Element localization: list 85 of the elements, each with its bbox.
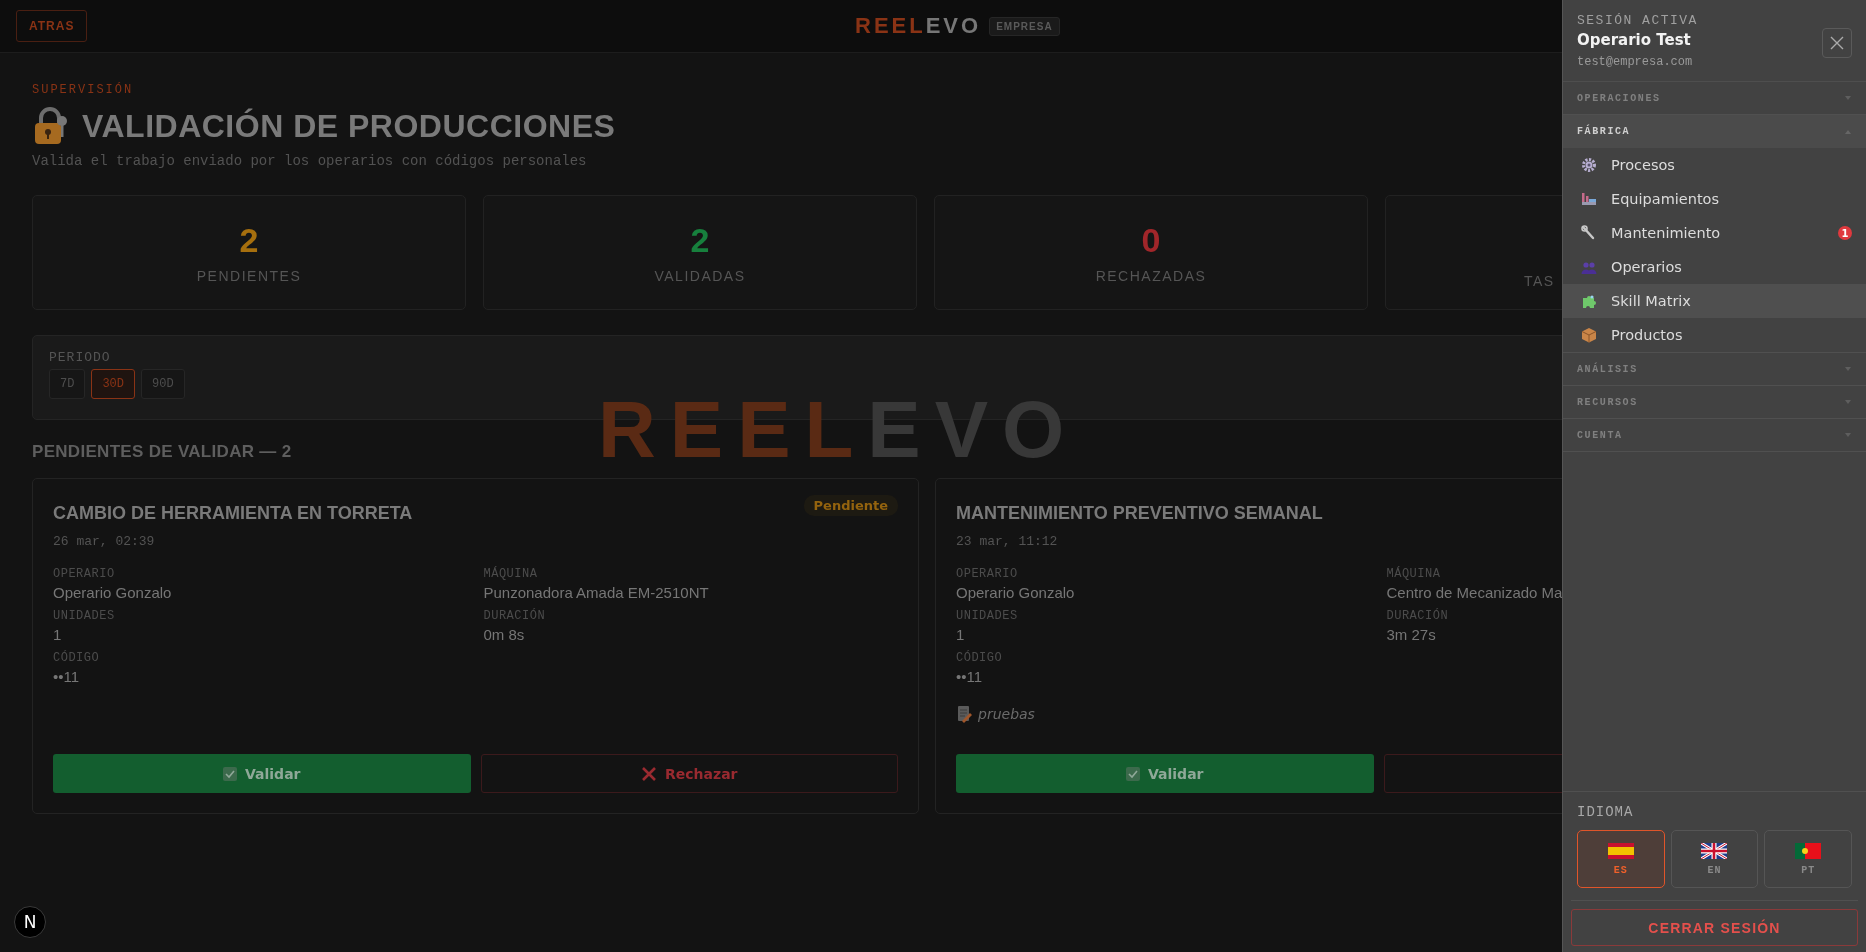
- stat-label: TAS: [1524, 272, 1555, 289]
- menu-item[interactable]: Skill Matrix: [1563, 284, 1866, 318]
- field-label: UNIDADES: [956, 609, 1019, 623]
- factory-icon: [1581, 191, 1597, 207]
- stat-value: 2: [690, 221, 710, 260]
- menu-section-header[interactable]: FÁBRICA: [1563, 115, 1866, 148]
- task-date: 26 mar, 02:39: [53, 534, 156, 549]
- logout-button[interactable]: CERRAR SESIÓN: [1571, 909, 1858, 946]
- close-icon: [641, 765, 657, 782]
- dev-tools-button[interactable]: N: [14, 906, 46, 938]
- field-value: 0m 8s: [483, 626, 526, 643]
- close-button[interactable]: [1822, 28, 1852, 58]
- page-subtitle: Valida el trabajo enviado por los operarios con códigos personales: [32, 153, 588, 169]
- stat-label: PENDIENTES: [196, 268, 302, 284]
- memo-icon: [956, 705, 972, 723]
- user-email: test@empresa.com: [1577, 55, 1694, 69]
- language-button[interactable]: ES: [1577, 830, 1665, 888]
- validate-button[interactable]: Validar: [956, 754, 1374, 793]
- field-value: ••11: [956, 668, 984, 685]
- menu-section-title: FÁBRICA: [1577, 126, 1631, 137]
- logo-text: REEL EVO: [855, 13, 982, 39]
- language-button[interactable]: PT: [1764, 830, 1852, 888]
- padlock-icon: [32, 107, 68, 145]
- field-value: 1: [53, 626, 63, 643]
- status-badge: Pendiente: [803, 495, 898, 516]
- menu-section-title: OPERACIONES: [1577, 92, 1661, 104]
- menu-section-header[interactable]: CUENTA: [1563, 419, 1866, 452]
- note-text: pruebas: [978, 706, 1035, 722]
- stat-value: 2: [239, 221, 259, 260]
- field-value: Operario Gonzalo: [53, 584, 173, 601]
- close-icon: [1830, 36, 1844, 50]
- gear-icon: [1581, 157, 1597, 173]
- field-label: DURACIÓN: [483, 609, 547, 623]
- field-label: MÁQUINA: [1386, 567, 1442, 581]
- notification-badge: 1: [1838, 226, 1852, 240]
- uk-flag-icon: [1701, 842, 1728, 859]
- user-name: Operario Test: [1577, 31, 1692, 49]
- task-title: CAMBIO DE HERRAMIENTA EN TORRETA: [53, 503, 413, 524]
- field-label: UNIDADES: [53, 609, 116, 623]
- menu-item[interactable]: Equipamientos: [1563, 182, 1866, 216]
- box-icon: [1581, 327, 1597, 343]
- section-title: PENDIENTES DE VALIDAR — 2: [32, 442, 293, 462]
- field-label: CÓDIGO: [53, 651, 101, 665]
- menu-section-header[interactable]: RECURSOS: [1563, 386, 1866, 419]
- menu-item[interactable]: Operarios: [1563, 250, 1866, 284]
- company-badge: EMPRESA: [989, 16, 1060, 36]
- people-icon: [1581, 259, 1597, 275]
- field-value: ••11: [53, 668, 81, 685]
- menu-section-title: RECURSOS: [1577, 396, 1638, 408]
- menu-item[interactable]: Procesos: [1563, 148, 1866, 182]
- field-value: Operario Gonzalo: [956, 584, 1076, 601]
- field-value: 1: [956, 626, 966, 643]
- back-button[interactable]: ATRAS: [16, 10, 88, 42]
- stat-label: VALIDADAS: [654, 268, 746, 284]
- stat-value: 0: [1141, 221, 1161, 260]
- checkbox-icon: [1126, 766, 1140, 781]
- task-title: MANTENIMIENTO PREVENTIVO SEMANAL: [956, 503, 1323, 524]
- task-date: 23 mar, 11:12: [956, 534, 1059, 549]
- menu-item[interactable]: Productos: [1563, 318, 1866, 352]
- menu-item[interactable]: Mantenimiento 1: [1563, 216, 1866, 250]
- period-label: PERIODO: [49, 350, 112, 365]
- page-title: VALIDACIÓN DE PRODUCCIONES: [82, 107, 616, 145]
- field-label: DURACIÓN: [1386, 609, 1450, 623]
- field-value: 3m 27s: [1386, 626, 1437, 643]
- language-button[interactable]: EN: [1670, 830, 1759, 888]
- menu-section-title: CUENTA: [1577, 429, 1623, 441]
- spain-flag-icon: [1607, 842, 1634, 859]
- language-label: IDIOMA: [1577, 804, 1635, 820]
- field-label: MÁQUINA: [483, 567, 539, 581]
- stat-label: RECHAZADAS: [1095, 268, 1207, 284]
- section-eyebrow: SUPERVISIÓN: [32, 83, 135, 97]
- field-label: CÓDIGO: [956, 651, 1004, 665]
- portugal-flag-icon: [1795, 842, 1822, 859]
- field-label: OPERARIO: [53, 567, 116, 581]
- checkbox-icon: [223, 766, 237, 781]
- period-button[interactable]: 30D: [91, 369, 135, 399]
- field-label: OPERARIO: [956, 567, 1019, 581]
- menu-section-title: ANÁLISIS: [1577, 363, 1638, 375]
- field-value: Punzonadora Amada EM-2510NT: [483, 584, 710, 601]
- field-value: Centro de Mecanizado Ma: [1386, 584, 1562, 601]
- reject-button[interactable]: Rechazar: [480, 754, 898, 793]
- puzzle-icon: [1581, 293, 1597, 309]
- session-label: SESIÓN ACTIVA: [1577, 13, 1698, 28]
- menu-section-header[interactable]: ANÁLISIS: [1563, 353, 1866, 386]
- validate-button[interactable]: Validar: [53, 754, 471, 793]
